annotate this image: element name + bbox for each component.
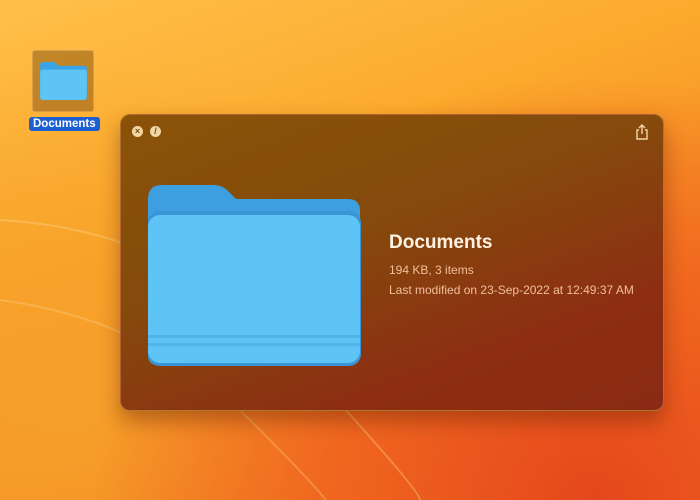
- desktop-folder-label[interactable]: Documents: [29, 117, 100, 131]
- folder-icon: [40, 61, 87, 101]
- file-modified-date: Last modified on 23-Sep-2022 at 12:49:37…: [389, 283, 634, 297]
- no-entry-icon[interactable]: /: [150, 126, 161, 137]
- folder-icon: [148, 185, 361, 366]
- quicklook-window: × / Documents 194 KB, 3 items Last modif…: [120, 114, 664, 411]
- file-size-items: 194 KB, 3 items: [389, 263, 474, 277]
- share-icon[interactable]: [635, 124, 649, 140]
- file-title: Documents: [389, 232, 493, 253]
- close-icon[interactable]: ×: [132, 126, 143, 137]
- desktop-folder-icon[interactable]: [32, 50, 94, 112]
